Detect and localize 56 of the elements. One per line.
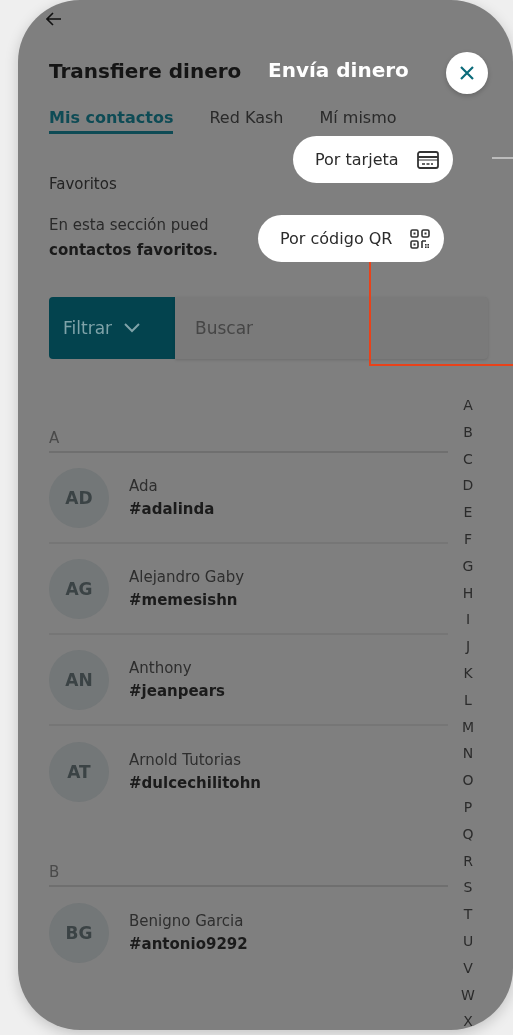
index-letter[interactable]: L xyxy=(464,686,472,714)
chevron-down-icon xyxy=(124,323,141,333)
contact-name: Anthony xyxy=(129,659,193,677)
index-letter[interactable]: S xyxy=(463,874,473,902)
index-letter[interactable]: A xyxy=(463,392,473,419)
contact-name: Alejandro Gaby xyxy=(129,568,245,586)
close-button[interactable] xyxy=(446,52,488,94)
send-option-button[interactable]: Por código QR xyxy=(258,215,445,262)
contact-avatar: BG xyxy=(49,902,109,963)
index-letter[interactable]: T xyxy=(463,901,473,928)
tab[interactable]: Mí mismo xyxy=(319,109,397,134)
contact-handle: #antonio9292 xyxy=(129,935,248,953)
index-letter[interactable]: M xyxy=(461,713,475,741)
index-letter[interactable]: R xyxy=(463,847,473,875)
back-arrow-icon[interactable] xyxy=(46,12,62,26)
index-letter[interactable]: P xyxy=(463,793,473,821)
contact-avatar: AG xyxy=(49,558,109,619)
qr-code-icon xyxy=(410,228,431,249)
index-letter[interactable]: U xyxy=(462,927,474,955)
index-letter[interactable]: O xyxy=(462,767,474,794)
tab[interactable]: Mis contactos xyxy=(49,109,174,134)
index-letter[interactable]: D xyxy=(462,472,474,500)
index-letter[interactable]: V xyxy=(463,954,473,982)
close-icon xyxy=(459,65,475,81)
contact-handle: #memesishn xyxy=(129,591,239,609)
index-letter[interactable]: G xyxy=(462,552,474,580)
index-letter[interactable]: J xyxy=(465,633,471,660)
index-letter[interactable]: C xyxy=(463,445,473,473)
index-letter[interactable]: N xyxy=(462,740,474,768)
credit-card-icon xyxy=(416,150,439,169)
favorites-description: En esta sección pued contactos favoritos. xyxy=(49,215,219,261)
index-letter[interactable]: X xyxy=(463,1008,473,1030)
index-letter[interactable]: B xyxy=(463,418,473,446)
contact-handle: #jeanpears xyxy=(129,682,226,700)
index-letter[interactable]: E xyxy=(463,499,473,526)
contact-handle: #adalinda xyxy=(129,500,215,518)
index-letter[interactable]: K xyxy=(463,659,473,687)
index-letter[interactable]: I xyxy=(465,606,471,634)
leader-line xyxy=(492,157,513,159)
contact-avatar: AD xyxy=(49,467,109,528)
screen-title: Transfiere dinero xyxy=(49,59,242,83)
index-letter[interactable]: F xyxy=(463,526,473,553)
index-letter[interactable]: H xyxy=(462,579,474,607)
contact-name: Benigno Garcia xyxy=(129,912,245,930)
contact-avatar: AN xyxy=(49,649,109,710)
send-option-button[interactable]: Por tarjeta xyxy=(293,136,453,183)
filter-dropdown[interactable]: Filtrar xyxy=(49,297,175,359)
index-letter[interactable]: W xyxy=(461,981,475,1009)
section-heading: Favoritos xyxy=(49,175,117,193)
contact-handle: #dulcechilitohn xyxy=(129,774,262,792)
tab[interactable]: Red Kash xyxy=(209,109,284,134)
index-letter[interactable]: Q xyxy=(462,820,474,848)
contact-avatar: AT xyxy=(49,741,109,802)
menu-title: Envía dinero xyxy=(268,58,409,82)
contact-name: Ada xyxy=(129,477,159,495)
contact-name: Arnold Tutorias xyxy=(129,751,243,769)
